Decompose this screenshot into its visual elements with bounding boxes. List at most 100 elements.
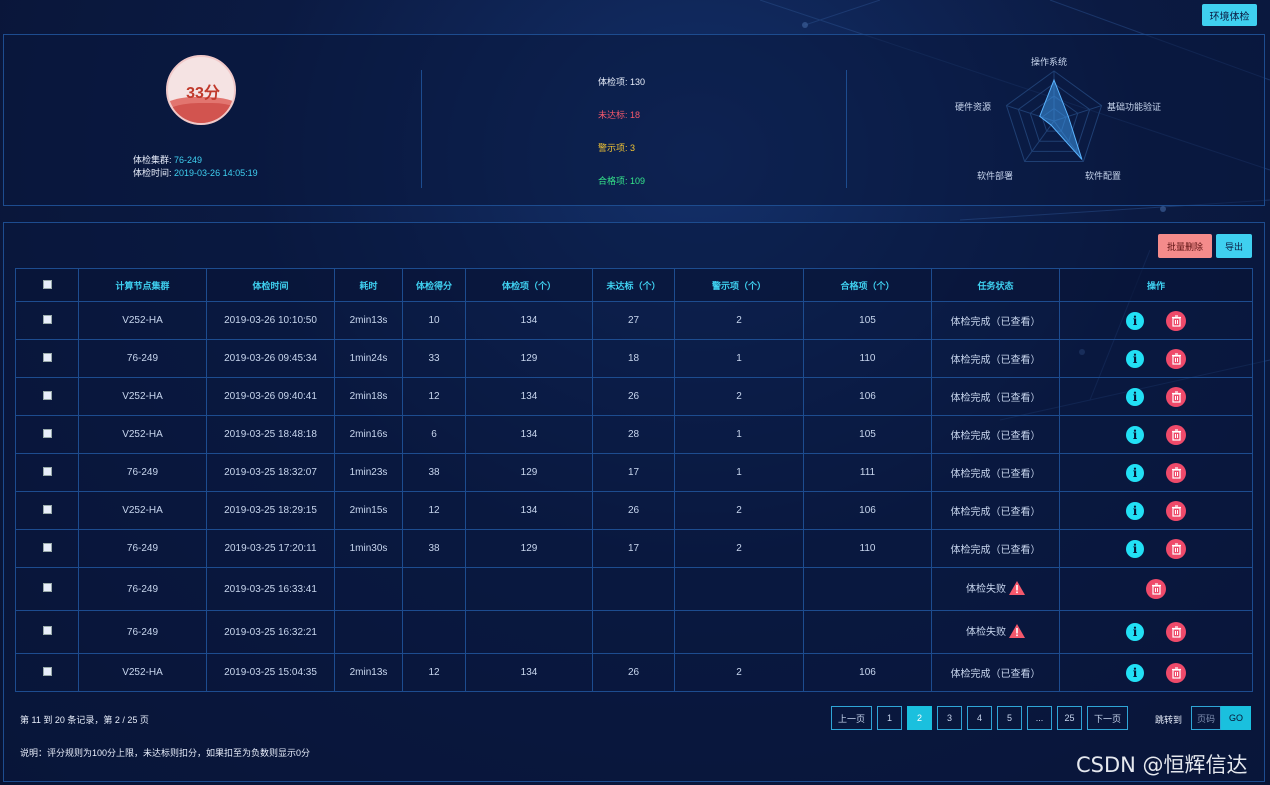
row-checkbox[interactable] xyxy=(42,542,52,552)
col-time[interactable]: 体检时间 xyxy=(206,268,335,302)
table-row: 76-249 2019-03-25 16:32:21 体检失败 i xyxy=(15,610,1253,654)
info-icon[interactable]: i xyxy=(1126,663,1144,682)
jump-page-input[interactable]: 页码 xyxy=(1191,706,1221,730)
cell-cluster: V252-HA xyxy=(78,377,207,416)
cell-items: 134 xyxy=(465,653,593,692)
cell-cluster: 76-249 xyxy=(78,453,207,492)
row-checkbox[interactable] xyxy=(42,390,52,400)
page-button[interactable]: 3 xyxy=(937,706,963,730)
delete-icon[interactable] xyxy=(1166,348,1186,369)
delete-icon[interactable] xyxy=(1166,462,1186,483)
cell-time: 2019-03-26 09:40:41 xyxy=(206,377,335,416)
cell-status: 体检完成（已查看） xyxy=(931,339,1060,378)
col-score[interactable]: 体检得分 xyxy=(402,268,466,302)
row-select-cell xyxy=(15,529,79,568)
select-all-checkbox[interactable] xyxy=(42,279,52,289)
summary-panel: 33分 体检集群: 76-249 体检时间: 2019-03-26 14:05:… xyxy=(3,34,1265,206)
cell-time: 2019-03-26 10:10:50 xyxy=(206,301,335,340)
delete-icon[interactable] xyxy=(1166,424,1186,445)
info-icon[interactable]: i xyxy=(1126,501,1144,520)
cell-time: 2019-03-25 15:04:35 xyxy=(206,653,335,692)
stat-warning: 警示项: 3 xyxy=(598,141,635,154)
page-button[interactable]: 25 xyxy=(1057,706,1083,730)
cell-failed: 28 xyxy=(592,415,675,454)
cell-time: 2019-03-25 18:32:07 xyxy=(206,453,335,492)
col-cluster[interactable]: 计算节点集群 xyxy=(78,268,207,302)
cell-warnings: 2 xyxy=(674,529,804,568)
stat-failed-label: 未达标: xyxy=(598,110,628,120)
cell-cluster: 76-249 xyxy=(78,567,207,611)
table-row: 76-249 2019-03-25 16:33:41 体检失败 xyxy=(15,567,1253,611)
divider xyxy=(421,70,422,188)
cell-warnings: 2 xyxy=(674,491,804,530)
cell-actions: i xyxy=(1059,453,1253,492)
cell-score: 33 xyxy=(402,339,466,378)
radar-label-basic: 基础功能验证 xyxy=(1107,102,1162,112)
cluster-label: 体检集群: xyxy=(133,155,172,165)
row-checkbox[interactable] xyxy=(42,466,52,476)
cell-cluster: V252-HA xyxy=(78,491,207,530)
page-button[interactable]: ... xyxy=(1027,706,1053,730)
row-select-cell xyxy=(15,339,79,378)
batch-delete-button[interactable]: 批量删除 xyxy=(1158,234,1212,258)
cell-score: 10 xyxy=(402,301,466,340)
stat-warning-value: 3 xyxy=(630,143,636,153)
row-select-cell xyxy=(15,453,79,492)
cell-time: 2019-03-25 16:33:41 xyxy=(206,567,335,611)
cell-items xyxy=(465,567,593,611)
score-value: 33分 xyxy=(186,85,220,102)
row-checkbox[interactable] xyxy=(42,583,52,592)
col-failed[interactable]: 未达标（个） xyxy=(592,268,675,302)
page-button[interactable]: 2 xyxy=(907,706,933,730)
row-checkbox[interactable] xyxy=(42,352,52,362)
table-row: 76-249 2019-03-25 17:20:11 1min30s 38 129 17 2… xyxy=(15,529,1253,568)
radar-label-deploy: 软件部署 xyxy=(977,171,1014,181)
page-button[interactable]: 1 xyxy=(877,706,903,730)
cell-time: 2019-03-26 09:45:34 xyxy=(206,339,335,378)
row-checkbox[interactable] xyxy=(42,504,52,514)
go-button[interactable]: GO xyxy=(1221,706,1251,730)
cell-failed: 17 xyxy=(592,453,675,492)
col-actions: 操作 xyxy=(1059,268,1253,302)
pagination-info: 第 11 到 20 条记录，第 2 / 25 页 xyxy=(20,715,149,725)
info-icon[interactable]: i xyxy=(1126,623,1144,641)
delete-icon[interactable] xyxy=(1166,310,1186,331)
prev-page-button[interactable]: 上一页 xyxy=(831,706,873,730)
row-checkbox[interactable] xyxy=(42,314,52,324)
col-passed[interactable]: 合格项（个） xyxy=(803,268,932,302)
page-button[interactable]: 4 xyxy=(967,706,993,730)
info-icon[interactable]: i xyxy=(1126,425,1144,444)
delete-icon[interactable] xyxy=(1166,500,1186,521)
export-button[interactable]: 导出 xyxy=(1216,234,1252,258)
table-row: V252-HA 2019-03-26 09:40:41 2min18s 12 134 26… xyxy=(15,377,1253,416)
cell-warnings: 1 xyxy=(674,339,804,378)
divider xyxy=(846,70,847,188)
info-icon[interactable]: i xyxy=(1126,539,1144,558)
next-page-button[interactable]: 下一页 xyxy=(1087,706,1129,730)
row-checkbox[interactable] xyxy=(42,428,52,438)
cell-actions: i xyxy=(1059,339,1253,378)
col-duration[interactable]: 耗时 xyxy=(334,268,403,302)
row-checkbox[interactable] xyxy=(42,626,52,635)
col-warnings[interactable]: 警示项（个） xyxy=(674,268,804,302)
page-button[interactable]: 5 xyxy=(997,706,1023,730)
cell-cluster: 76-249 xyxy=(78,339,207,378)
delete-icon[interactable] xyxy=(1166,386,1186,407)
delete-icon[interactable] xyxy=(1166,538,1186,559)
info-icon[interactable]: i xyxy=(1126,463,1144,482)
col-items[interactable]: 体检项（个） xyxy=(465,268,593,302)
cell-actions: i xyxy=(1059,301,1253,340)
row-checkbox[interactable] xyxy=(42,666,52,676)
col-status[interactable]: 任务状态 xyxy=(931,268,1060,302)
cell-status: 体检完成（已查看） xyxy=(931,529,1060,568)
info-icon[interactable]: i xyxy=(1126,311,1144,330)
time-label: 体检时间: xyxy=(133,168,172,178)
env-check-button[interactable]: 环境体检 xyxy=(1202,4,1257,26)
delete-icon[interactable] xyxy=(1166,662,1186,683)
cell-actions: i xyxy=(1059,415,1253,454)
info-icon[interactable]: i xyxy=(1126,349,1144,368)
delete-icon[interactable] xyxy=(1146,579,1166,599)
cell-duration xyxy=(334,567,403,611)
delete-icon[interactable] xyxy=(1166,622,1186,642)
info-icon[interactable]: i xyxy=(1126,387,1144,406)
